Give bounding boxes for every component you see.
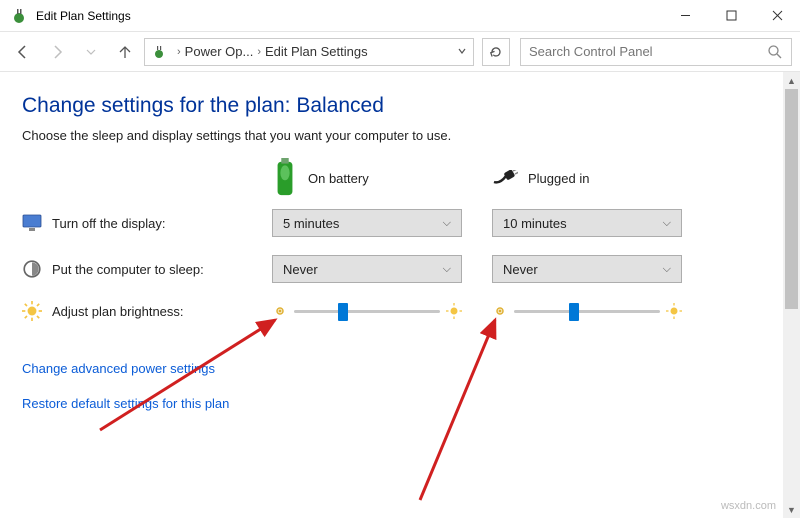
- minimize-button[interactable]: [662, 0, 708, 31]
- chevron-right-icon: ›: [257, 46, 261, 58]
- display-battery-value: 5 minutes: [283, 216, 339, 231]
- breadcrumb-plug-icon: [151, 44, 167, 60]
- row-display-label: Turn off the display:: [22, 213, 262, 233]
- sleep-plugged-dropdown[interactable]: Never ⌵: [492, 255, 682, 283]
- column-header-plugged-label: Plugged in: [528, 171, 589, 186]
- app-plug-icon: [10, 7, 28, 25]
- display-plugged-dropdown[interactable]: 10 minutes ⌵: [492, 209, 682, 237]
- sun-bright-icon: [666, 303, 682, 319]
- recent-dropdown-icon[interactable]: [76, 37, 106, 67]
- row-brightness-label: Adjust plan brightness:: [22, 301, 262, 321]
- search-input[interactable]: [529, 44, 767, 59]
- chevron-down-icon: ⌵: [443, 263, 451, 276]
- sleep-battery-dropdown[interactable]: Never ⌵: [272, 255, 462, 283]
- breadcrumb-leaf[interactable]: Edit Plan Settings: [265, 44, 368, 59]
- window-title: Edit Plan Settings: [36, 9, 662, 23]
- chevron-down-icon: ⌵: [443, 217, 451, 230]
- advanced-settings-link[interactable]: Change advanced power settings: [22, 361, 778, 376]
- row-display-text: Turn off the display:: [52, 216, 165, 231]
- page-title: Change settings for the plan: Balanced: [22, 94, 778, 118]
- breadcrumb-root[interactable]: Power Op...: [185, 44, 254, 59]
- scrollbar-thumb[interactable]: [785, 89, 798, 309]
- row-brightness-text: Adjust plan brightness:: [52, 304, 184, 319]
- nav-bar: › Power Op... › Edit Plan Settings: [0, 32, 800, 72]
- restore-defaults-link[interactable]: Restore default settings for this plan: [22, 396, 778, 411]
- search-icon[interactable]: [767, 44, 783, 60]
- sleep-plugged-value: Never: [503, 262, 538, 277]
- display-battery-dropdown[interactable]: 5 minutes ⌵: [272, 209, 462, 237]
- brightness-plugged-slider[interactable]: [514, 301, 660, 321]
- watermark: wsxdn.com: [721, 500, 776, 512]
- maximize-button[interactable]: [708, 0, 754, 31]
- sun-bright-icon: [446, 303, 462, 319]
- brightness-icon: [22, 301, 42, 321]
- row-sleep-text: Put the computer to sleep:: [52, 262, 204, 277]
- battery-icon: [272, 165, 298, 191]
- brightness-battery-cell: [272, 301, 462, 321]
- brightness-plugged-cell: [492, 301, 682, 321]
- search-box[interactable]: [520, 38, 792, 66]
- column-header-battery-label: On battery: [308, 171, 369, 186]
- title-bar: Edit Plan Settings: [0, 0, 800, 32]
- sun-dim-icon: [492, 303, 508, 319]
- address-breadcrumb[interactable]: › Power Op... › Edit Plan Settings: [144, 38, 474, 66]
- chevron-right-icon: ›: [177, 46, 181, 58]
- forward-button[interactable]: [42, 37, 72, 67]
- chevron-down-icon: ⌵: [663, 217, 671, 230]
- sleep-icon: [22, 259, 42, 279]
- monitor-icon: [22, 213, 42, 233]
- sun-dim-icon: [272, 303, 288, 319]
- sleep-battery-value: Never: [283, 262, 318, 277]
- back-button[interactable]: [8, 37, 38, 67]
- breadcrumb-dropdown-icon[interactable]: [457, 44, 467, 59]
- scroll-down-icon[interactable]: ▼: [783, 501, 800, 518]
- content-area: Change settings for the plan: Balanced C…: [0, 72, 800, 441]
- row-sleep-label: Put the computer to sleep:: [22, 259, 262, 279]
- column-header-plugged: Plugged in: [492, 165, 702, 191]
- links-section: Change advanced power settings Restore d…: [22, 361, 778, 411]
- chevron-down-icon: ⌵: [663, 263, 671, 276]
- page-subtitle: Choose the sleep and display settings th…: [22, 128, 778, 143]
- brightness-battery-slider[interactable]: [294, 301, 440, 321]
- settings-grid: On battery Plugged in Turn off the displ…: [22, 165, 778, 321]
- display-plugged-value: 10 minutes: [503, 216, 567, 231]
- column-header-battery: On battery: [272, 165, 482, 191]
- close-button[interactable]: [754, 0, 800, 31]
- scroll-up-icon[interactable]: ▲: [783, 72, 800, 89]
- refresh-button[interactable]: [482, 38, 510, 66]
- vertical-scrollbar[interactable]: ▲ ▼: [783, 72, 800, 518]
- up-button[interactable]: [110, 37, 140, 67]
- plug-icon: [492, 165, 518, 191]
